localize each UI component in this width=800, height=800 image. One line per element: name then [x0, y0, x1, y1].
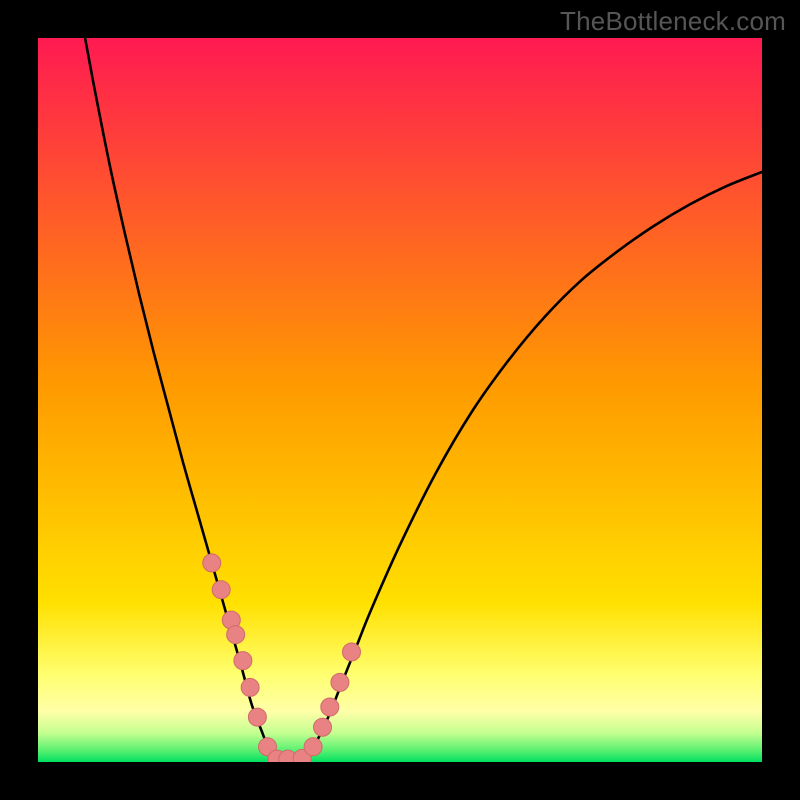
plot-area [38, 38, 762, 762]
data-point-marker [342, 643, 360, 661]
data-point-marker [248, 708, 266, 726]
gradient-background [38, 38, 762, 762]
watermark-text: TheBottleneck.com [560, 6, 786, 37]
data-point-marker [241, 678, 259, 696]
plot-svg [38, 38, 762, 762]
data-point-marker [331, 673, 349, 691]
data-point-marker [203, 554, 221, 572]
data-point-marker [212, 581, 230, 599]
data-point-marker [227, 626, 245, 644]
data-point-marker [234, 652, 252, 670]
data-point-marker [321, 698, 339, 716]
data-point-marker [304, 738, 322, 756]
chart-stage: TheBottleneck.com [0, 0, 800, 800]
data-point-marker [314, 718, 332, 736]
